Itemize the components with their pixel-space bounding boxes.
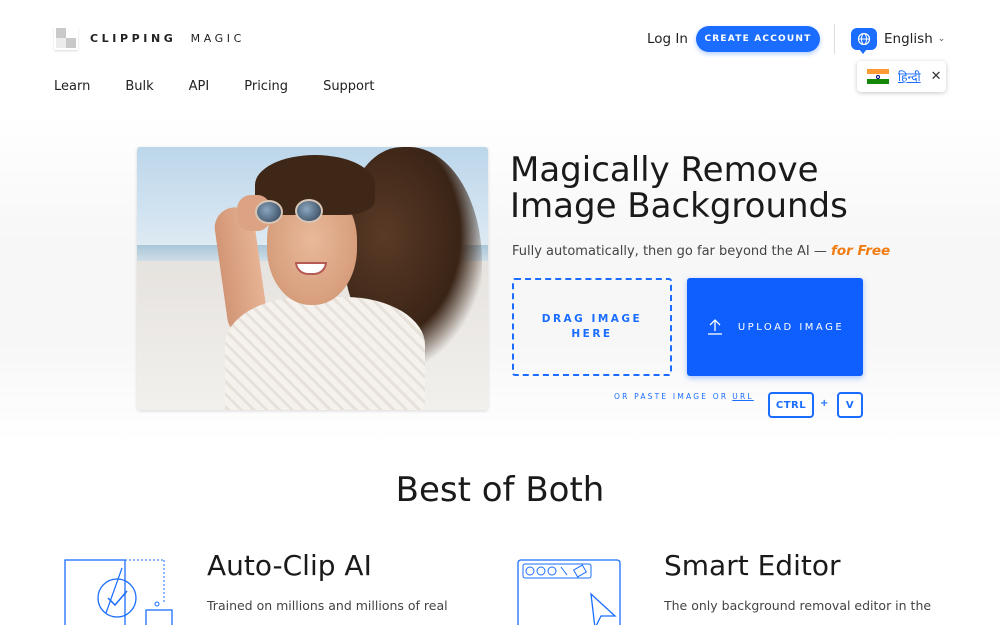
feature-desc-editor: The only background removal editor in th… [664, 598, 932, 613]
chevron-down-icon: ⌄ [937, 34, 946, 44]
hero-subtitle: Fully automatically, then go far beyond … [512, 243, 890, 259]
v-key: V [837, 392, 863, 418]
upload-image-label: UPLOAD IMAGE [737, 321, 845, 333]
language-label: English [884, 31, 933, 47]
logo[interactable]: CLIPPING MAGIC [54, 26, 245, 50]
nav-learn[interactable]: Learn [54, 79, 90, 94]
nav-support[interactable]: Support [323, 79, 374, 94]
main-nav: Learn Bulk API Pricing Support [54, 79, 409, 94]
paste-url-link[interactable]: URL [732, 392, 753, 401]
key-plus: + [820, 398, 829, 409]
hero-title: Magically Remove Image Backgrounds [510, 152, 848, 224]
header-divider [834, 24, 835, 54]
language-selector[interactable]: English ⌄ [851, 28, 946, 54]
paste-hint: OR PASTE IMAGE OR URL [614, 392, 754, 401]
drag-image-dropzone[interactable]: DRAG IMAGE HERE [512, 278, 672, 376]
hero-image [137, 147, 488, 410]
logo-text-bold: CLIPPING [90, 31, 177, 45]
logo-text: CLIPPING MAGIC [90, 32, 245, 45]
paste-text: OR PASTE IMAGE OR [614, 392, 729, 401]
logo-text-light: MAGIC [190, 31, 245, 45]
globe-icon [851, 28, 877, 54]
close-icon[interactable]: ✕ [931, 69, 942, 84]
india-flag-icon [867, 68, 889, 85]
upload-icon [707, 319, 722, 335]
login-link[interactable]: Log In [647, 31, 688, 47]
feature-desc-autoclip: Trained on millions and millions of real [207, 598, 448, 613]
create-account-button[interactable]: CREATE ACCOUNT [696, 26, 820, 52]
feature-title-editor: Smart Editor [664, 549, 841, 582]
nav-bulk[interactable]: Bulk [125, 79, 153, 94]
nav-api[interactable]: API [189, 79, 210, 94]
logo-mark-icon [54, 26, 78, 50]
hero-subtitle-free: for Free [831, 243, 891, 259]
features-heading: Best of Both [395, 470, 605, 510]
upload-image-button[interactable]: UPLOAD IMAGE [687, 278, 863, 376]
nav-pricing[interactable]: Pricing [244, 79, 288, 94]
hindi-language-link[interactable]: हिन्दी [898, 68, 921, 85]
hero-title-line2: Image Backgrounds [510, 186, 848, 226]
hero-title-line1: Magically Remove [510, 150, 819, 190]
ctrl-key: CTRL [768, 392, 814, 418]
language-suggestion-popup: हिन्दी ✕ [857, 61, 946, 92]
editor-cursor-icon [517, 559, 621, 625]
ai-check-icon [64, 559, 173, 625]
hero-subtitle-text: Fully automatically, then go far beyond … [512, 244, 827, 259]
drag-image-label: DRAG IMAGE HERE [541, 313, 643, 340]
feature-title-autoclip: Auto-Clip AI [207, 549, 372, 582]
